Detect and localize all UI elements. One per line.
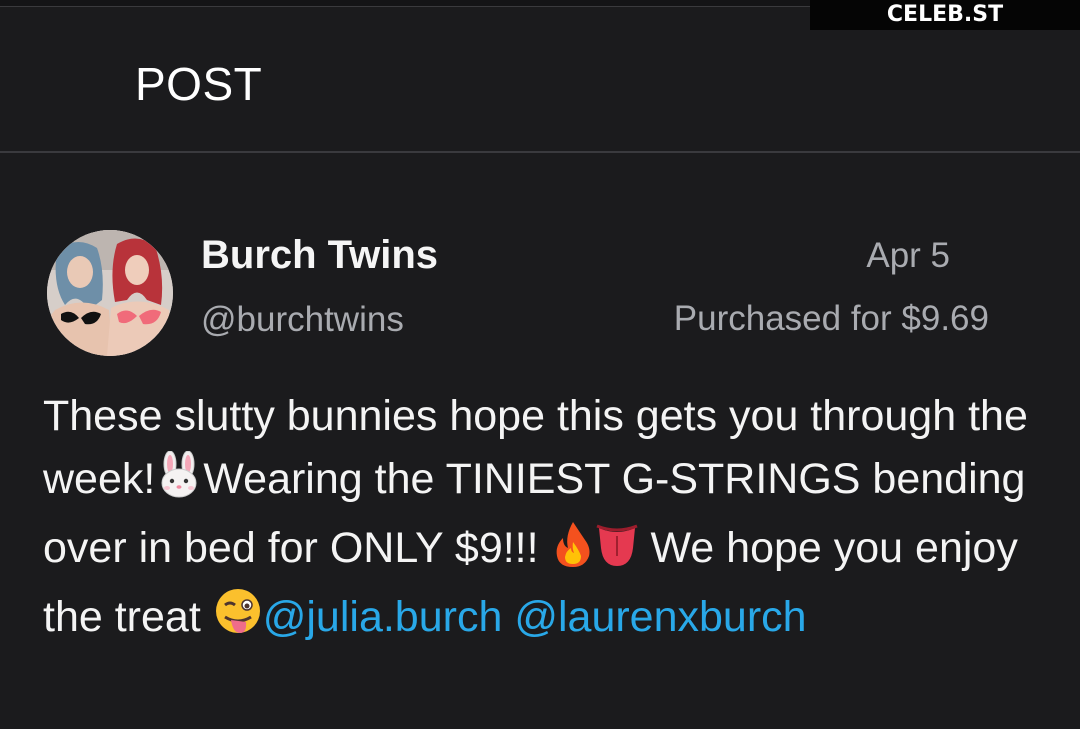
post-text: These slutty bunnies hope this gets you … xyxy=(43,385,1043,655)
post-date: Apr 5 xyxy=(866,236,950,275)
author-handle[interactable]: @burchtwins xyxy=(201,300,404,340)
tongue-icon xyxy=(595,520,639,586)
rabbit-face-icon xyxy=(155,450,203,517)
page-header: POST xyxy=(0,7,1080,153)
mention-julia-burch[interactable]: @julia.burch xyxy=(263,593,503,641)
post-page: CELEB.ST POST Burch Twins @burchtwins Ap… xyxy=(0,0,1080,729)
author-name[interactable]: Burch Twins xyxy=(201,233,438,278)
winking-tongue-face-icon xyxy=(213,587,263,655)
mention-laurenxburch[interactable]: @laurenxburch xyxy=(514,593,806,641)
purchase-info: Purchased for $9.69 xyxy=(673,299,989,338)
page-title: POST xyxy=(135,58,263,110)
fire-icon xyxy=(551,520,595,586)
avatar[interactable] xyxy=(47,230,173,356)
